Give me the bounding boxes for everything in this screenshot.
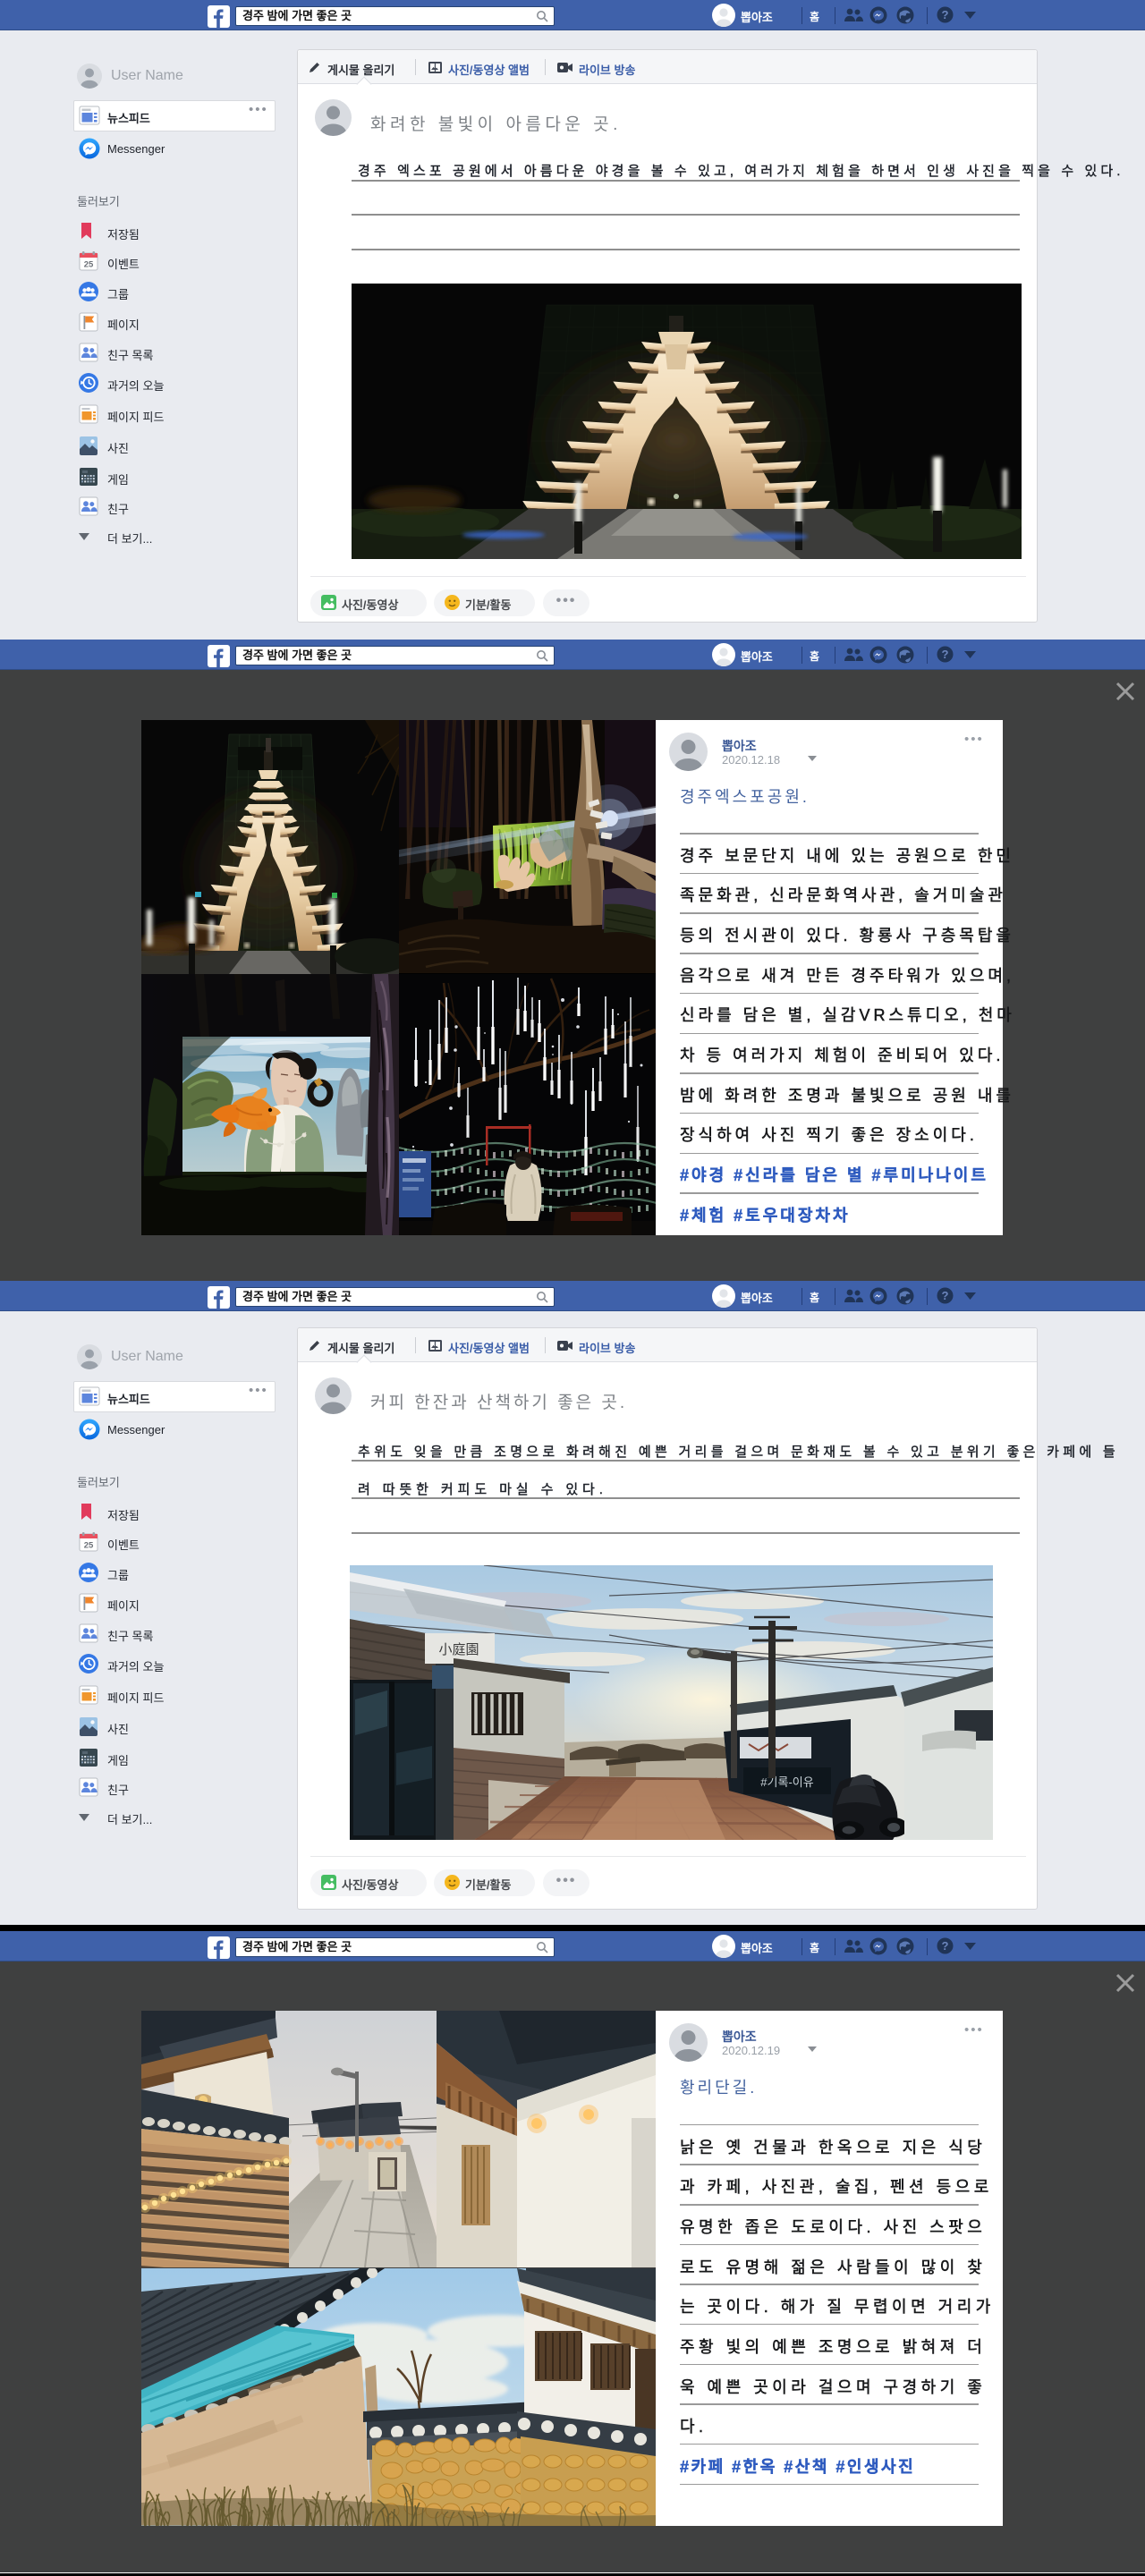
svg-text:25: 25 [84,260,94,270]
svg-text:?: ? [942,648,949,661]
svg-text:25: 25 [84,1541,94,1551]
svg-text:?: ? [942,8,949,21]
svg-text:?: ? [942,1939,949,1953]
svg-text:?: ? [942,1289,949,1302]
svg-text:小庭園: 小庭園 [438,1642,479,1657]
